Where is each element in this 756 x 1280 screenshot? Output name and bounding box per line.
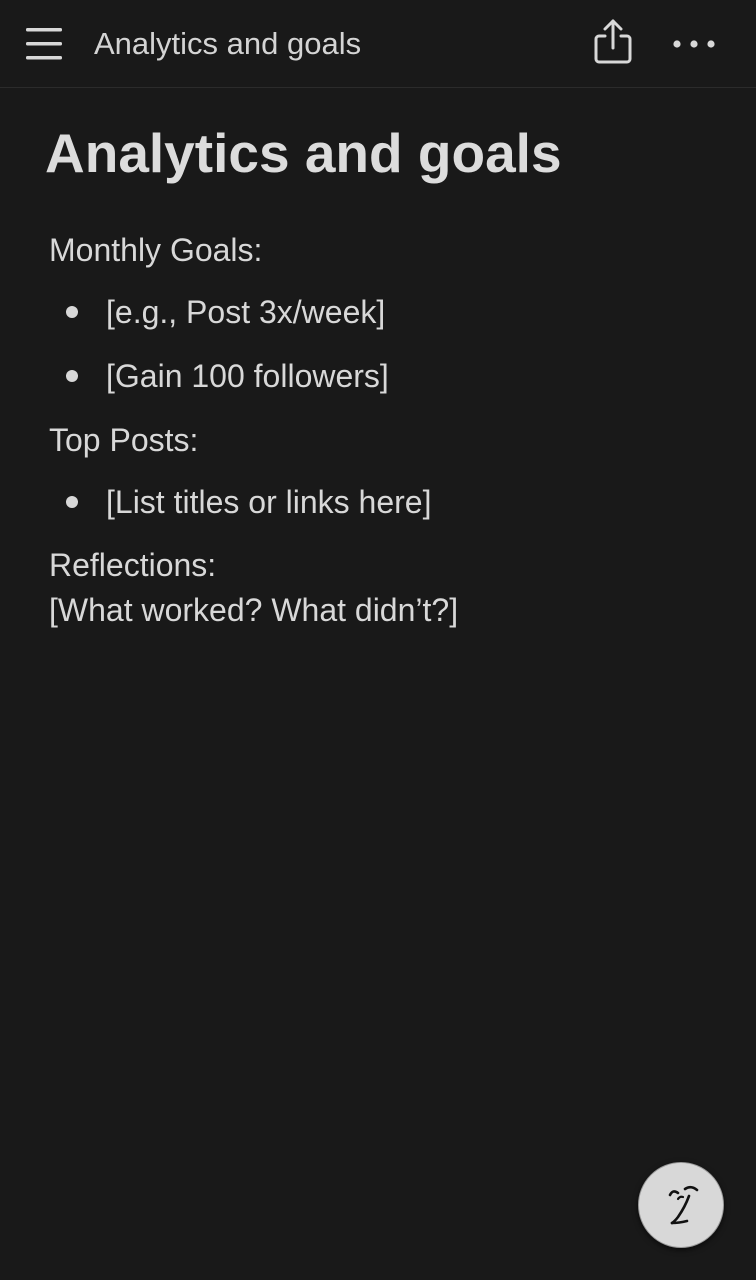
more-dots-icon[interactable] <box>668 26 720 62</box>
reflections-text[interactable]: [What worked? What didn’t?] <box>49 590 458 630</box>
ai-assistant-button[interactable] <box>638 1162 724 1248</box>
bullet-point <box>66 370 78 382</box>
nav-page-title[interactable]: Analytics and goals <box>94 24 361 64</box>
section-heading-reflections[interactable]: Reflections: <box>49 545 216 585</box>
bullet-point <box>66 306 78 318</box>
hamburger-menu-icon[interactable] <box>22 24 66 64</box>
section-heading-monthly-goals[interactable]: Monthly Goals: <box>49 230 262 270</box>
bullet-point <box>66 496 78 508</box>
section-heading-top-posts[interactable]: Top Posts: <box>49 420 198 460</box>
page-title[interactable]: Analytics and goals <box>45 118 562 188</box>
share-icon[interactable] <box>590 16 636 68</box>
ai-assistant-face-icon <box>668 1185 699 1225</box>
bullet-item[interactable]: [List titles or links here] <box>106 482 431 522</box>
bullet-item[interactable]: [e.g., Post 3x/week] <box>106 292 385 332</box>
bullet-item[interactable]: [Gain 100 followers] <box>106 356 389 396</box>
top-navigation-bar: Analytics and goals <box>0 0 756 88</box>
